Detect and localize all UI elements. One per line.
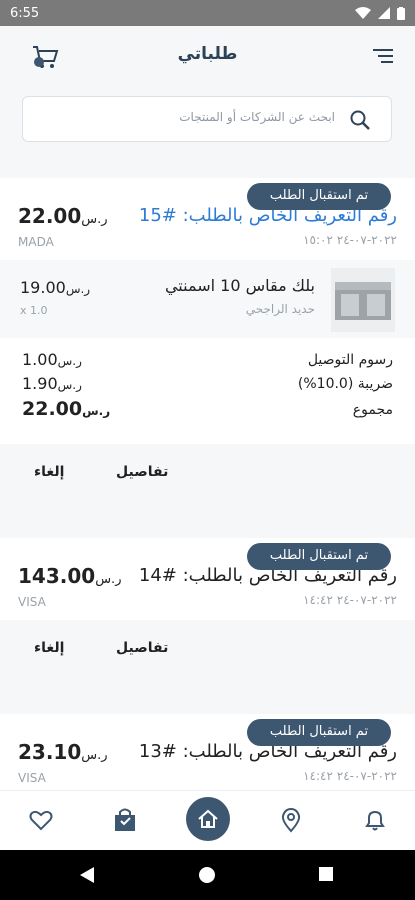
search-icon bbox=[350, 110, 370, 130]
delivery-value: ر.س1.00 bbox=[22, 350, 82, 369]
battery-icon bbox=[397, 6, 405, 20]
details-button[interactable]: تفاصيل bbox=[116, 640, 168, 656]
currency: ر.س bbox=[81, 748, 108, 763]
product-quantity: x 1.0 bbox=[20, 304, 48, 317]
order-date: ٢٠٢٢-٠٧-٢٤ ١٥:٠٢ bbox=[303, 233, 397, 247]
order-actions: تفاصيل إلغاء bbox=[0, 444, 415, 514]
currency: ر.س bbox=[95, 572, 122, 587]
back-icon[interactable] bbox=[78, 866, 96, 884]
status-badge: تم استقبال الطلب bbox=[247, 543, 391, 570]
order-totals: رسوم التوصيل ر.س1.00 ضريبة (10.0%) ر.س1.… bbox=[0, 338, 415, 444]
currency: ر.س bbox=[81, 212, 108, 227]
order-card: تم استقبال الطلب رقم التعريف الخاص بالطل… bbox=[0, 538, 415, 690]
search-input[interactable]: ابحث عن الشركات أو المنتجات bbox=[22, 96, 392, 142]
total-value: ر.س22.00 bbox=[22, 398, 110, 420]
total-amount: 22.00 bbox=[22, 398, 83, 420]
currency: ر.س bbox=[57, 378, 82, 392]
tax-label: ضريبة (10.0%) bbox=[297, 376, 393, 392]
price-value: 19.00 bbox=[20, 278, 66, 297]
tax-amount: 1.90 bbox=[22, 374, 58, 393]
amount-value: 23.10 bbox=[18, 740, 82, 764]
order-body: رقم التعريف الخاص بالطلب: #15 ٢٠٢٢-٠٧-٢٤… bbox=[0, 178, 415, 444]
product-name: بلك مقاس 10 اسمنتي bbox=[164, 276, 315, 295]
system-nav-bar bbox=[0, 850, 415, 900]
status-badge: تم استقبال الطلب bbox=[247, 719, 391, 746]
order-date: ٢٠٢٢-٠٧-٢٤ ١٤:٤٢ bbox=[303, 769, 397, 783]
tax-value: ر.س1.90 bbox=[22, 374, 82, 393]
product-brand: حديد الراجحي bbox=[245, 302, 315, 316]
menu-icon[interactable] bbox=[373, 48, 393, 64]
delivery-label: رسوم التوصيل bbox=[307, 352, 393, 368]
status-time: 6:55 bbox=[10, 5, 40, 21]
bag-icon[interactable] bbox=[112, 807, 138, 833]
order-date: ٢٠٢٢-٠٧-٢٤ ١٤:٤٢ bbox=[303, 593, 397, 607]
wifi-icon bbox=[355, 7, 371, 19]
status-bar: 6:55 bbox=[0, 0, 415, 26]
status-badge: تم استقبال الطلب bbox=[247, 183, 391, 210]
order-card: تم استقبال الطلب رقم التعريف الخاص بالطل… bbox=[0, 714, 415, 790]
payment-method: VISA bbox=[18, 771, 46, 785]
bell-icon[interactable] bbox=[362, 807, 388, 833]
app-header: طلباتي bbox=[0, 26, 415, 90]
product-price: ر.س19.00 bbox=[20, 278, 90, 297]
order-amount: ر.س143.00 bbox=[18, 564, 121, 588]
cancel-button[interactable]: إلغاء bbox=[34, 464, 64, 480]
cancel-button[interactable]: إلغاء bbox=[34, 640, 64, 656]
product-image bbox=[331, 268, 395, 332]
page-title: طلباتي bbox=[177, 44, 238, 64]
search-placeholder: ابحث عن الشركات أو المنتجات bbox=[179, 110, 335, 124]
currency: ر.س bbox=[82, 404, 111, 418]
order-amount: ر.س22.00 bbox=[18, 204, 108, 228]
amount-value: 143.00 bbox=[18, 564, 96, 588]
home-icon bbox=[198, 809, 218, 828]
heart-icon[interactable] bbox=[28, 807, 54, 833]
orders-list[interactable]: تم استقبال الطلب رقم التعريف الخاص بالطل… bbox=[0, 160, 415, 790]
home-button[interactable] bbox=[186, 797, 230, 841]
order-actions: تفاصيل إلغاء bbox=[0, 620, 415, 690]
payment-method: MADA bbox=[18, 235, 54, 249]
currency: ر.س bbox=[57, 354, 82, 368]
delivery-amount: 1.00 bbox=[22, 350, 58, 369]
currency: ر.س bbox=[65, 282, 91, 296]
order-item: بلك مقاس 10 اسمنتي حديد الراجحي ر.س19.00… bbox=[0, 260, 415, 338]
status-icons bbox=[355, 6, 405, 20]
home-circle-icon[interactable] bbox=[198, 866, 216, 884]
order-card: تم استقبال الطلب رقم التعريف الخاص بالطل… bbox=[0, 178, 415, 514]
order-amount: ر.س23.10 bbox=[18, 740, 108, 764]
recents-icon[interactable] bbox=[318, 866, 334, 882]
location-icon[interactable] bbox=[278, 807, 304, 833]
details-button[interactable]: تفاصيل bbox=[116, 464, 168, 480]
amount-value: 22.00 bbox=[18, 204, 82, 228]
payment-method: VISA bbox=[18, 595, 46, 609]
bottom-nav bbox=[0, 790, 415, 850]
signal-icon bbox=[378, 7, 390, 19]
total-label: مجموع bbox=[352, 402, 393, 418]
